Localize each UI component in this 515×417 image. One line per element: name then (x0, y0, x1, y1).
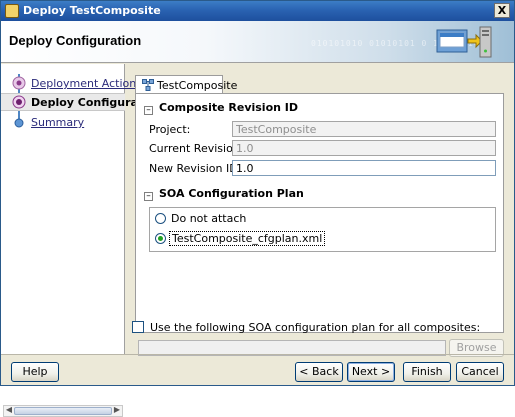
nav-step-summary[interactable]: Summary (1, 114, 125, 132)
wizard-content: TestComposite – Composite Revision ID Pro… (126, 64, 514, 357)
composite-icon (142, 79, 154, 91)
soa-plan-options: Do not attach TestComposite_cfgplan.xml (149, 207, 496, 252)
new-revision-input[interactable] (232, 160, 496, 176)
checkbox-label: Use the following SOA configuration plan… (150, 321, 481, 334)
step-visited-icon (12, 76, 26, 90)
scroll-thumb[interactable] (14, 407, 112, 415)
footer-separator (1, 354, 514, 355)
scroll-right-icon[interactable]: ▶ (112, 405, 122, 414)
tab-label: TestComposite (157, 79, 238, 92)
deploy-dialog: Deploy TestComposite X Deploy Configurat… (0, 0, 515, 417)
nav-step-label: Summary (31, 116, 85, 129)
checkbox[interactable] (132, 321, 144, 333)
nav-step-deploy-configuration[interactable]: Deploy Configuration (1, 93, 162, 111)
step-pending-icon (14, 118, 24, 128)
button-label: Cancel (461, 365, 499, 378)
finish-button[interactable]: Finish (403, 362, 451, 382)
next-button[interactable]: Next > (347, 362, 395, 382)
button-label: < Back (299, 365, 339, 378)
section-title: Composite Revision ID (159, 101, 299, 114)
current-revision-field (232, 140, 496, 156)
title-bar[interactable]: Deploy TestComposite X (1, 1, 514, 21)
section-title: SOA Configuration Plan (159, 187, 304, 200)
button-label: Next > (351, 365, 391, 378)
radio-button[interactable] (155, 233, 166, 244)
collapse-icon[interactable]: – (144, 192, 153, 201)
composite-revision-header[interactable]: – Composite Revision ID (144, 101, 298, 115)
project-label: Project: (149, 123, 191, 136)
wizard-banner: Deploy Configuration 010101010 01010101 … (1, 21, 514, 63)
soa-plan-header[interactable]: – SOA Configuration Plan (144, 187, 304, 201)
tab-testcomposite[interactable]: TestComposite (135, 75, 237, 94)
radio-cfgplan[interactable]: TestComposite_cfgplan.xml (155, 230, 485, 248)
button-label: Finish (411, 365, 443, 378)
configuration-panel: –Composite Revision ID Project: Current … (135, 93, 504, 333)
step-current-icon (12, 95, 26, 109)
window-title: Deploy TestComposite (23, 4, 161, 17)
radio-button[interactable] (155, 213, 166, 224)
wizard-steps-nav: Deployment Action Deploy Configuration S… (1, 64, 162, 417)
project-field (232, 121, 496, 137)
radio-do-not-attach[interactable]: Do not attach (155, 210, 485, 228)
button-label: Help (22, 365, 48, 378)
nav-horizontal-scrollbar[interactable]: ◀ ▶ (3, 405, 123, 417)
help-button[interactable]: Help (11, 362, 59, 382)
radio-label: TestComposite_cfgplan.xml (169, 231, 326, 246)
new-revision-label: New Revision ID: (149, 162, 242, 175)
page-title: Deploy Configuration (9, 33, 142, 48)
deploy-server-icon (436, 26, 492, 58)
close-button[interactable]: X (494, 3, 510, 18)
app-icon (5, 4, 19, 18)
radio-label: Do not attach (171, 212, 247, 225)
cancel-button[interactable]: Cancel (456, 362, 504, 382)
nav-step-deployment-action[interactable]: Deployment Action (1, 75, 136, 93)
nav-step-label: Deployment Action (31, 77, 137, 90)
scroll-left-icon[interactable]: ◀ (4, 405, 14, 414)
collapse-icon[interactable]: – (144, 106, 153, 115)
back-button[interactable]: < Back (295, 362, 343, 382)
